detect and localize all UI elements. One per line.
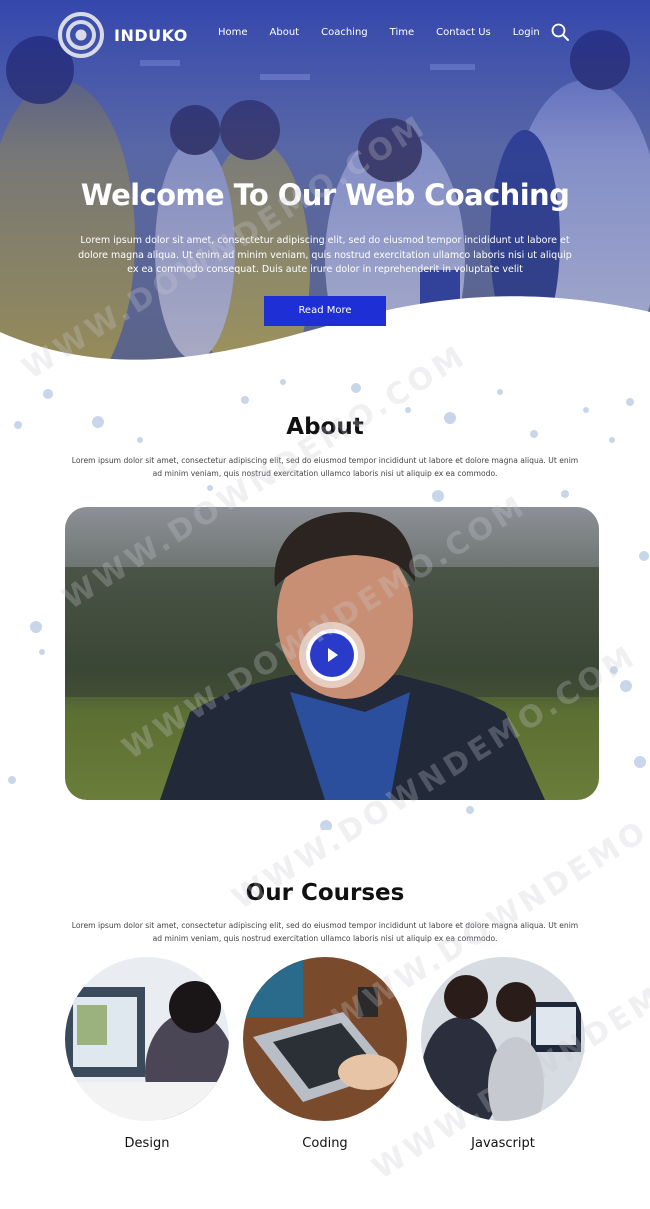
page: INDUKO Home About Coaching Time Contact … (0, 0, 650, 1209)
brand-name: INDUKO (114, 25, 188, 45)
course-label-coding: Coding (302, 1136, 348, 1151)
hero-description: Lorem ipsum dolor sit amet, consectetur … (78, 235, 572, 275)
about-description: Lorem ipsum dolor sit amet, consectetur … (71, 456, 579, 478)
search-icon[interactable] (550, 22, 570, 42)
course-card-design[interactable] (65, 957, 229, 1121)
play-icon[interactable] (298, 621, 366, 689)
course-image-coding (243, 957, 407, 1121)
main-nav: Home About Coaching Time Contact Us Logi… (218, 27, 562, 38)
course-image-javascript (421, 957, 585, 1121)
course-label-javascript: Javascript (471, 1136, 535, 1151)
course-label-design: Design (124, 1136, 170, 1151)
nav-contact-us[interactable]: Contact Us (436, 27, 491, 38)
about-title: About (286, 414, 364, 440)
nav-home[interactable]: Home (218, 27, 248, 38)
hero-title: Welcome To Our Web Coaching (80, 178, 570, 212)
site-header: INDUKO Home About Coaching Time Contact … (0, 0, 650, 70)
course-image-design (65, 957, 229, 1121)
read-more-button[interactable]: Read More (264, 296, 386, 326)
logo[interactable]: INDUKO (58, 12, 188, 58)
nav-time[interactable]: Time (390, 27, 414, 38)
nav-login[interactable]: Login (513, 27, 540, 38)
course-card-javascript[interactable] (421, 957, 585, 1121)
course-card-coding[interactable] (243, 957, 407, 1121)
target-logo-icon (58, 12, 104, 58)
courses-description: Lorem ipsum dolor sit amet, consectetur … (71, 921, 579, 943)
nav-about[interactable]: About (270, 27, 300, 38)
nav-coaching[interactable]: Coaching (321, 27, 368, 38)
courses-title: Our Courses (245, 880, 405, 906)
